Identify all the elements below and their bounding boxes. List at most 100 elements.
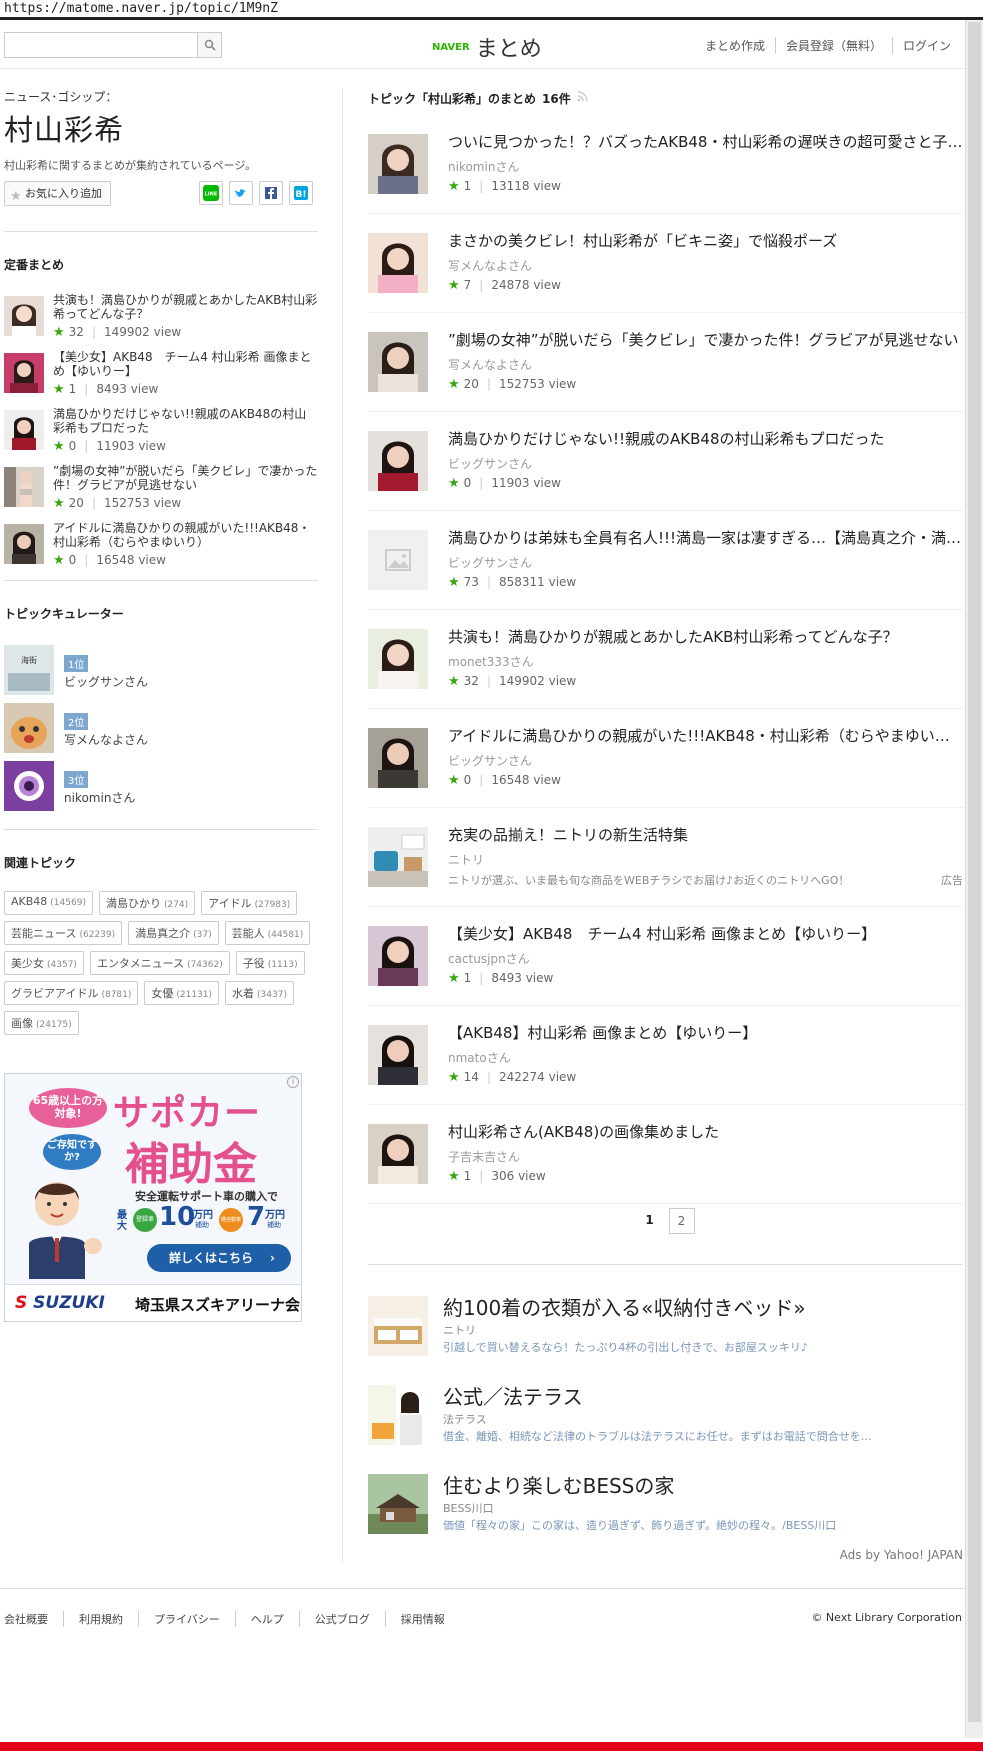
scrollbar-thumb[interactable] — [968, 22, 981, 1722]
related-tag[interactable]: AKB48 (14569) — [4, 891, 93, 915]
banner-cta-button[interactable]: 詳しくはこちら › — [147, 1244, 291, 1272]
tag-count: (14569) — [50, 898, 86, 908]
curator-name[interactable]: nikominさん — [64, 789, 135, 806]
matome-title[interactable]: まさかの美クビレ！村山彩希が「ビキニ姿」で悩殺ポーズ — [448, 230, 963, 251]
page-2[interactable]: 2 — [668, 1208, 695, 1234]
matome-author[interactable]: monet333さん — [448, 653, 534, 670]
fixed-matome-item[interactable]: 【美少女】AKB48 チーム4 村山彩希 画像まとめ【ゆいりー】 ★ 1 | 8493… — [4, 350, 318, 407]
matome-item[interactable]: 満島ひかりだけじゃない!!親戚のAKB48の村山彩希もプロだった ビッグサンさん ★… — [368, 412, 963, 511]
matome-title[interactable]: 満島ひかりだけじゃない!!親戚のAKB48の村山彩希もプロだった — [448, 428, 963, 449]
fixed-matome-item[interactable]: アイドルに満島ひかりの親戚がいた!!!AKB48・村山彩希（むらやまゆいり） ★… — [4, 521, 318, 578]
related-tag[interactable]: アイドル (27983) — [201, 891, 298, 915]
matome-title[interactable]: 満島ひかりは弟妹も全員有名人!!!満島一家は凄すぎる…【満島真之介・満島みなみ】 — [448, 527, 963, 548]
hatena-share-button[interactable]: B! — [289, 181, 313, 205]
fixed-matome-title[interactable]: 【美少女】AKB48 チーム4 村山彩希 画像まとめ【ゆいりー】 — [53, 350, 318, 378]
matome-author[interactable]: ビッグサンさん — [448, 752, 532, 769]
line-share-button[interactable]: LINE — [199, 181, 223, 205]
matome-author[interactable]: ビッグサンさん — [448, 455, 532, 472]
yahoo-ad-item[interactable]: 住むより楽しむBESSの家 BESS川口 価値「程々の家」この家は、造り過ぎず、… — [368, 1470, 963, 1559]
fixed-matome-title[interactable]: 満島ひかりだけじゃない!!親戚のAKB48の村山彩希もプロだった — [53, 407, 318, 435]
ad-title[interactable]: 公式／法テラス — [443, 1381, 583, 1410]
vertical-scrollbar[interactable] — [965, 20, 983, 1738]
search-button[interactable] — [197, 33, 221, 57]
related-tag[interactable]: グラビアアイドル (8781) — [4, 981, 139, 1005]
matome-item[interactable]: ついに見つかった！？バズったAKB48・村山彩希の遅咲きの超可愛さと子役時代 ni… — [368, 115, 963, 214]
matome-author[interactable]: 子吉末吉さん — [448, 1148, 520, 1165]
matome-item[interactable]: ”劇場の女神”が脱いだら「美クビレ」で凄かった件！グラビアが見逃せない写メんなよ… — [368, 313, 963, 412]
footer-link-terms[interactable]: 利用規約 — [63, 1611, 138, 1627]
related-tag[interactable]: エンタメニュース (74362) — [89, 951, 230, 975]
matome-item[interactable]: 満島ひかりは弟妹も全員有名人!!!満島一家は凄すぎる…【満島真之介・満島みなみ】… — [368, 511, 963, 610]
footer-link-blog[interactable]: 公式ブログ — [298, 1611, 385, 1627]
fixed-matome-title[interactable]: ”劇場の女神”が脱いだら「美クビレ」で凄かった件！グラビアが見逃せない — [53, 464, 318, 492]
search-input[interactable] — [5, 33, 197, 57]
matome-author[interactable]: 写メんなよさん — [448, 257, 532, 274]
matome-author[interactable]: cactusjpnさん — [448, 950, 530, 967]
page-1[interactable]: 1 — [637, 1208, 663, 1234]
curator-item[interactable]: 3位 nikominさん — [4, 761, 318, 819]
yahoo-ad-item[interactable]: 公式／法テラス 法テラス 借金、離婚、相続など法律のトラブルは法テラスにお任せ。… — [368, 1381, 963, 1470]
related-tag[interactable]: 満島ひかり (274) — [98, 891, 196, 915]
related-tag[interactable]: 水着 (3437) — [225, 981, 294, 1005]
ad-info-icon[interactable]: i — [287, 1076, 299, 1088]
footer-link-careers[interactable]: 採用情報 — [384, 1611, 460, 1627]
login-link[interactable]: ログイン — [891, 37, 961, 54]
address-bar[interactable]: https://matome.naver.jp/topic/1M9nZ — [0, 0, 983, 20]
matome-author[interactable]: ビッグサンさん — [448, 554, 532, 571]
fixed-matome-item[interactable]: 満島ひかりだけじゃない!!親戚のAKB48の村山彩希もプロだった ★ 0 | 1190… — [4, 407, 318, 464]
matome-title[interactable]: 【美少女】AKB48 チーム4 村山彩希 画像まとめ【ゆいりー】 — [448, 923, 963, 944]
matome-author[interactable]: nikominさん — [448, 158, 519, 175]
related-tag[interactable]: 画像 (24175) — [4, 1011, 79, 1035]
fixed-matome-item[interactable]: ”劇場の女神”が脱いだら「美クビレ」で凄かった件！グラビアが見逃せない ★ 20 |… — [4, 464, 318, 521]
footer-link-help[interactable]: ヘルプ — [234, 1611, 299, 1627]
matome-author[interactable]: nmatoさん — [448, 1049, 511, 1066]
matome-title[interactable]: 充実の品揃え！ニトリの新生活特集 — [448, 824, 963, 845]
star-icon: ★ — [53, 382, 65, 397]
ads-attribution[interactable]: Ads by Yahoo! JAPAN — [840, 1548, 963, 1562]
register-link[interactable]: 会員登録（無料） — [774, 37, 892, 54]
curator-item[interactable]: 海街 1位 ビッグサンさん — [4, 645, 318, 703]
curator-name[interactable]: ビッグサンさん — [64, 673, 148, 690]
rss-icon[interactable] — [577, 91, 588, 105]
curator-name[interactable]: 写メんなよさん — [64, 731, 148, 748]
ad-title[interactable]: 住むより楽しむBESSの家 — [443, 1470, 674, 1499]
related-tag[interactable]: 芸能人 (44581) — [224, 921, 311, 945]
banner-amount-1: 10 — [159, 1202, 196, 1232]
matome-title[interactable]: 【AKB48】村山彩希 画像まとめ【ゆいりー】 — [448, 1022, 963, 1043]
add-favorite-button[interactable]: ★ お気に入り追加 — [4, 181, 111, 206]
yahoo-ad-item[interactable]: 約100着の衣類が入る«収納付きベッド» ニトリ 引越しで買い替えるなら！たっぷ… — [368, 1292, 963, 1381]
ad-title[interactable]: 約100着の衣類が入る«収納付きベッド» — [443, 1292, 806, 1321]
matome-item[interactable]: まさかの美クビレ！村山彩希が「ビキニ姿」で悩殺ポーズ 写メんなよさん ★ 7 | 2487… — [368, 214, 963, 313]
site-logo[interactable]: NAVER まとめ — [432, 31, 542, 63]
create-matome-link[interactable]: まとめ作成 — [695, 37, 775, 54]
matome-item[interactable]: 村山彩希さん(AKB48)の画像集めました 子吉末吉さん ★ 1 | 306 view — [368, 1105, 963, 1204]
sponsored-item[interactable]: 充実の品揃え！ニトリの新生活特集 ニトリ ニトリが選ぶ、いま最も旬な商品をWEBチラ… — [368, 808, 963, 907]
fixed-matome-title[interactable]: 共演も！満島ひかりが親戚とあかしたAKB村山彩希ってどんな子？ — [53, 293, 318, 321]
related-tag[interactable]: 美少女 (4357) — [4, 951, 84, 975]
footer-link-privacy[interactable]: プライバシー — [138, 1611, 235, 1627]
related-tag[interactable]: 満島真之介 (37) — [128, 921, 219, 945]
matome-author[interactable]: 写メんなよさん — [448, 356, 532, 373]
matome-title[interactable]: ついに見つかった！？バズったAKB48・村山彩希の遅咲きの超可愛さと子役時代 — [448, 131, 963, 152]
matome-title[interactable]: アイドルに満島ひかりの親戚がいた!!!AKB48・村山彩希（むらやまゆいり） — [448, 725, 963, 746]
related-tag[interactable]: 女優 (21131) — [144, 981, 220, 1005]
curator-item[interactable]: 2位 写メんなよさん — [4, 703, 318, 761]
related-tag[interactable]: 子役 (1113) — [235, 951, 305, 975]
fixed-matome-item[interactable]: 共演も！満島ひかりが親戚とあかしたAKB村山彩希ってどんな子？ ★ 32 | 1499… — [4, 293, 318, 350]
matome-item[interactable]: 【美少女】AKB48 チーム4 村山彩希 画像まとめ【ゆいりー】 cactusjp… — [368, 907, 963, 1006]
facebook-share-button[interactable] — [259, 181, 283, 205]
matome-title[interactable]: ”劇場の女神”が脱いだら「美クビレ」で凄かった件！グラビアが見逃せない — [448, 329, 963, 350]
matome-author[interactable]: ニトリ — [448, 851, 484, 868]
matome-title[interactable]: 村山彩希さん(AKB48)の画像集めました — [448, 1121, 963, 1142]
topic-category[interactable]: ニュース･ゴシップ： — [4, 88, 318, 105]
matome-item[interactable]: アイドルに満島ひかりの親戚がいた!!!AKB48・村山彩希（むらやまゆいり） ビッ… — [368, 709, 963, 808]
matome-item[interactable]: 【AKB48】村山彩希 画像まとめ【ゆいりー】 nmatoさん ★ 14 | 242274… — [368, 1006, 963, 1105]
ad-text: 借金、離婚、相続など法律のトラブルは法テラスにお任せ。まずはお電話で問合せを… — [443, 1430, 872, 1443]
footer-link-company[interactable]: 会社概要 — [4, 1611, 63, 1627]
fixed-matome-title[interactable]: アイドルに満島ひかりの親戚がいた!!!AKB48・村山彩希（むらやまゆいり） — [53, 521, 318, 549]
twitter-share-button[interactable] — [229, 181, 253, 205]
matome-item[interactable]: 共演も！満島ひかりが親戚とあかしたAKB村山彩希ってどんな子？ monet333さ… — [368, 610, 963, 709]
related-tag[interactable]: 芸能ニュース (62239) — [4, 921, 123, 945]
suzuki-banner-ad[interactable]: i 65歳以上の方対象! サポカー 補助金 ご存知ですか? 安全運転サポート車の… — [4, 1073, 302, 1322]
matome-title[interactable]: 共演も！満島ひかりが親戚とあかしたAKB村山彩希ってどんな子？ — [448, 626, 963, 647]
